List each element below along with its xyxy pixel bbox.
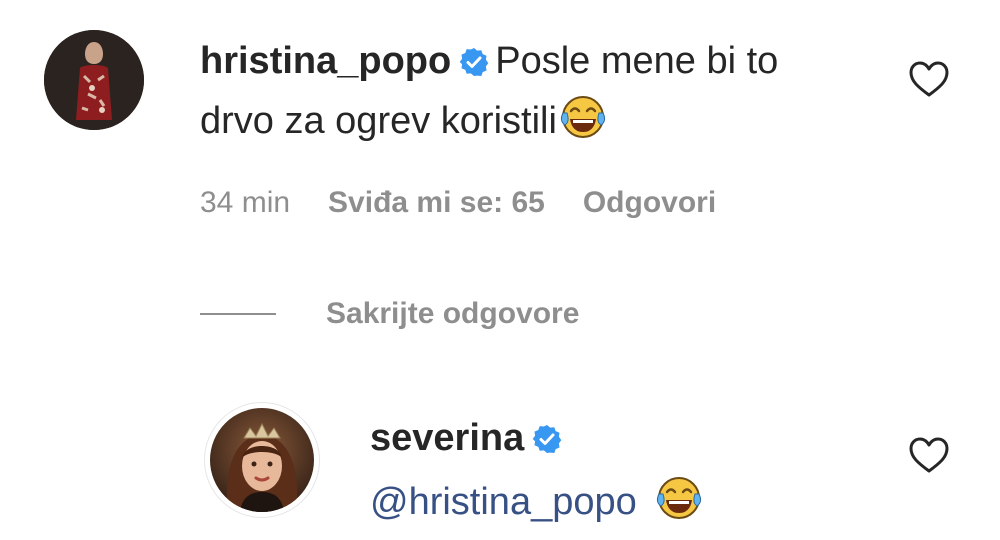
reply-text-block: severina @hristina_popo bbox=[370, 410, 703, 538]
like-heart-icon[interactable] bbox=[908, 60, 950, 103]
comment-timestamp[interactable]: 34 min bbox=[200, 186, 290, 220]
reply-username[interactable]: severina bbox=[370, 417, 524, 459]
tears-of-joy-emoji-icon bbox=[559, 93, 607, 157]
hide-replies-toggle[interactable]: Sakrijte odgovore bbox=[200, 292, 579, 336]
verified-badge-icon bbox=[459, 37, 489, 93]
comment-text-line1: Posle mene bi to bbox=[495, 40, 779, 82]
comment-likes-count[interactable]: Sviđa mi se: 65 bbox=[328, 186, 545, 220]
divider-line bbox=[200, 313, 276, 315]
hide-replies-label: Sakrijte odgovore bbox=[326, 297, 580, 330]
tears-of-joy-emoji-icon bbox=[655, 474, 703, 538]
comment-username[interactable]: hristina_popo bbox=[200, 40, 451, 82]
comment-text-block: hristina_popo Posle mene bi to drvo za o… bbox=[200, 33, 778, 157]
comment-meta: 34 min Sviđa mi se: 65 Odgovori bbox=[200, 186, 716, 220]
comment-text-line2: drvo za ogrev koristili bbox=[200, 100, 557, 142]
verified-badge-icon bbox=[532, 414, 562, 470]
mention-link[interactable]: @hristina_popo bbox=[370, 481, 637, 523]
reply-button[interactable]: Odgovori bbox=[583, 186, 716, 220]
avatar-hristina-popo[interactable] bbox=[44, 30, 144, 130]
like-heart-icon[interactable] bbox=[908, 436, 950, 479]
avatar-severina[interactable] bbox=[204, 402, 320, 518]
